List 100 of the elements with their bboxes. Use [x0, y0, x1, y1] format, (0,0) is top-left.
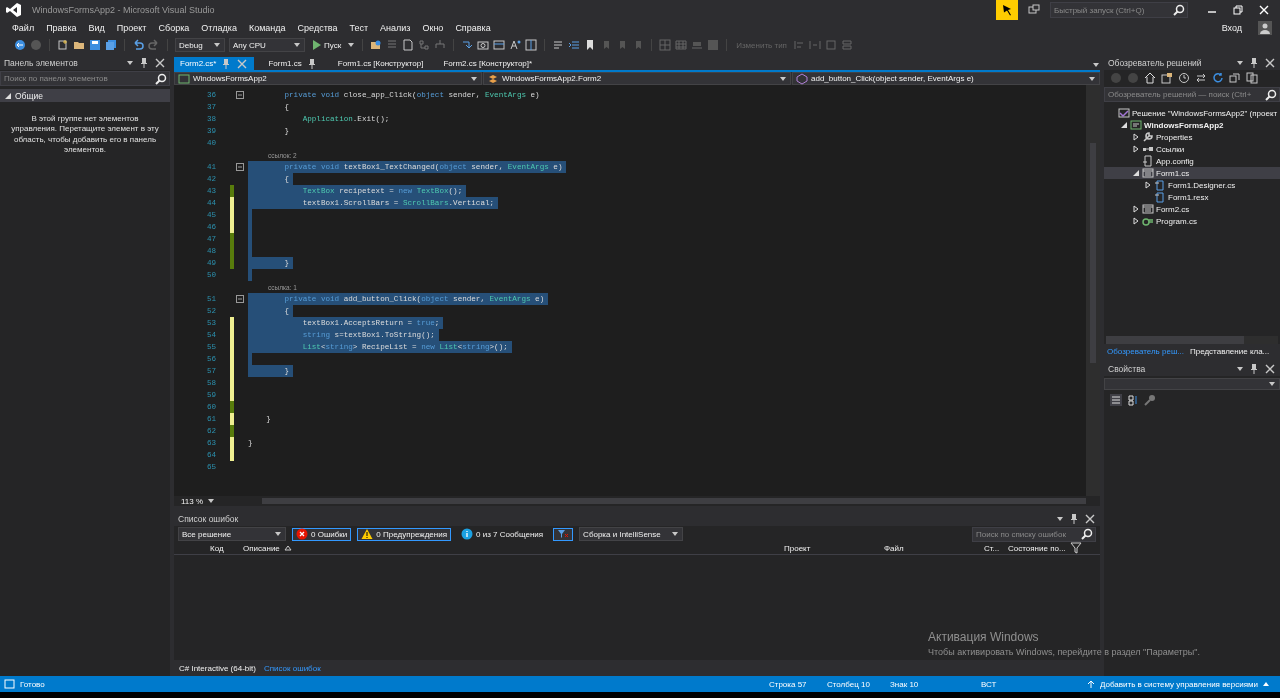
- menu-item[interactable]: Файл: [6, 23, 41, 33]
- document-tab[interactable]: Form1.cs: [262, 57, 324, 70]
- tree-item[interactable]: Form1.resx: [1104, 191, 1280, 203]
- redo-icon[interactable]: [148, 39, 160, 51]
- categorized-icon[interactable]: [1110, 394, 1122, 406]
- project-icon[interactable]: [1130, 119, 1142, 131]
- menu-item[interactable]: Средства: [291, 23, 344, 33]
- folder-icon[interactable]: [73, 39, 85, 51]
- show-all-files-icon[interactable]: [1246, 72, 1258, 84]
- configuration-dropdown[interactable]: Debug: [175, 38, 225, 52]
- collapse-box-icon[interactable]: [236, 163, 244, 171]
- source-control-button[interactable]: Добавить в систему управления версиями: [1099, 679, 1258, 689]
- horizontal-scrollbar[interactable]: [1106, 336, 1278, 344]
- caret-up-icon[interactable]: [1262, 680, 1270, 688]
- save-all-icon[interactable]: [105, 39, 117, 51]
- collapsed-arrow-icon[interactable]: [1132, 145, 1140, 153]
- column-header[interactable]: Проект: [784, 543, 811, 553]
- horizontal-scrollbar[interactable]: [262, 498, 1086, 504]
- restore-icon[interactable]: [1232, 4, 1244, 16]
- menu-item[interactable]: Анализ: [374, 23, 417, 33]
- wrench-icon[interactable]: [1142, 131, 1154, 143]
- tree-item[interactable]: Решение "WindowsFormsApp2" (проект: [1104, 107, 1280, 119]
- expanded-arrow-icon[interactable]: [1132, 169, 1140, 177]
- solution-search-field[interactable]: Обозреватель решений — поиск (Ctrl+: [1104, 87, 1280, 102]
- column-header[interactable]: Состояние по...: [1008, 543, 1066, 553]
- filter-toggle[interactable]: 0 Предупреждения: [357, 527, 451, 541]
- vertical-scrollbar[interactable]: [1086, 85, 1100, 496]
- csharp-file-icon[interactable]: [1142, 215, 1154, 227]
- filter-toggle[interactable]: 0 из 7 Сообщения: [457, 527, 548, 541]
- tree-item[interactable]: Program.cs: [1104, 215, 1280, 227]
- collapsed-arrow-icon[interactable]: [1132, 133, 1140, 141]
- platform-dropdown[interactable]: Any CPU: [229, 38, 305, 52]
- user-icon[interactable]: [1258, 21, 1272, 35]
- close-icon[interactable]: [154, 57, 166, 69]
- search-icon[interactable]: [1081, 528, 1093, 540]
- save-icon[interactable]: [89, 39, 101, 51]
- menu-item[interactable]: Тест: [343, 23, 375, 33]
- home-icon[interactable]: [1144, 72, 1156, 84]
- collapse-all-icon[interactable]: [1229, 72, 1241, 84]
- alphabetical-icon[interactable]: [1127, 394, 1139, 406]
- sign-in-link[interactable]: Вход: [1221, 23, 1242, 33]
- tree-item[interactable]: Properties: [1104, 131, 1280, 143]
- form-icon[interactable]: [1142, 167, 1154, 179]
- toolbox-group[interactable]: Общие: [0, 89, 170, 102]
- file-icon[interactable]: [1154, 179, 1166, 191]
- expanded-arrow-icon[interactable]: [1120, 121, 1128, 129]
- panel-tab[interactable]: Представление кла...: [1186, 346, 1273, 356]
- back-icon[interactable]: [14, 39, 26, 51]
- new-project-icon[interactable]: [57, 39, 69, 51]
- history-icon[interactable]: [1178, 72, 1190, 84]
- comment-icon[interactable]: [552, 39, 565, 51]
- toolbox-search-field[interactable]: Поиск по панели элементов: [0, 71, 170, 86]
- pin-icon[interactable]: [1248, 363, 1260, 375]
- info-icon[interactable]: [461, 528, 473, 540]
- search-icon[interactable]: [1265, 88, 1277, 101]
- filter-icon[interactable]: [1069, 542, 1082, 554]
- menu-item[interactable]: Сборка: [152, 23, 196, 33]
- document-icon[interactable]: [402, 39, 415, 51]
- panel-tab[interactable]: Список ошибок: [260, 663, 324, 673]
- menu-item[interactable]: Справка: [449, 23, 497, 33]
- tree-item[interactable]: Form2.cs: [1104, 203, 1280, 215]
- start-button[interactable]: Пуск: [309, 39, 344, 51]
- config-file-icon[interactable]: [1142, 155, 1154, 167]
- refresh-icon[interactable]: [1212, 72, 1224, 84]
- scope-dropdown[interactable]: Все решение: [178, 527, 286, 541]
- panel-tab[interactable]: C# Interactive (64-bit): [176, 663, 259, 673]
- collapse-box-icon[interactable]: [236, 91, 244, 99]
- tree-item[interactable]: Form1.Designer.cs: [1104, 179, 1280, 191]
- class-dropdown[interactable]: WindowsFormsApp2.Form2: [483, 72, 791, 85]
- notification-icon[interactable]: [1028, 4, 1040, 16]
- error-search-field[interactable]: Поиск по списку ошибок: [972, 526, 1096, 542]
- search-icon[interactable]: [155, 72, 167, 85]
- document-tab[interactable]: Form1.cs [Конструктор]: [331, 57, 430, 70]
- collapsed-arrow-icon[interactable]: [1144, 181, 1152, 189]
- key-icon[interactable]: [1144, 394, 1156, 406]
- filter-toggle[interactable]: 0 Ошибки: [292, 527, 352, 541]
- pin-icon[interactable]: [1248, 57, 1260, 69]
- file-icon[interactable]: [1154, 191, 1166, 203]
- search-icon[interactable]: [1173, 4, 1185, 16]
- pin-icon[interactable]: [1068, 513, 1080, 525]
- expanded-arrow-icon[interactable]: [4, 91, 12, 100]
- feedback-button[interactable]: [996, 0, 1018, 20]
- source-dropdown[interactable]: Сборка и IntelliSense: [579, 527, 684, 541]
- menu-item[interactable]: Команда: [242, 23, 292, 33]
- menu-item[interactable]: Проект: [110, 23, 153, 33]
- column-header[interactable]: Код: [210, 543, 224, 553]
- find-icon[interactable]: [370, 39, 383, 51]
- step-icon[interactable]: [461, 39, 474, 51]
- warning-icon[interactable]: [361, 528, 374, 540]
- quick-launch-field[interactable]: Быстрый запуск (Ctrl+Q): [1050, 2, 1188, 18]
- indent-icon[interactable]: [568, 39, 581, 51]
- filter-button[interactable]: [553, 527, 574, 541]
- tree-item[interactable]: App.config: [1104, 155, 1280, 167]
- switch-views-icon[interactable]: [1161, 72, 1173, 84]
- tree-item[interactable]: Form1.cs: [1104, 167, 1280, 179]
- camera-icon[interactable]: [477, 39, 490, 51]
- menu-item[interactable]: Вид: [82, 23, 111, 33]
- column-header[interactable]: Файл: [884, 543, 904, 553]
- project-dropdown[interactable]: WindowsFormsApp2: [174, 72, 482, 85]
- form-icon[interactable]: [1142, 203, 1154, 215]
